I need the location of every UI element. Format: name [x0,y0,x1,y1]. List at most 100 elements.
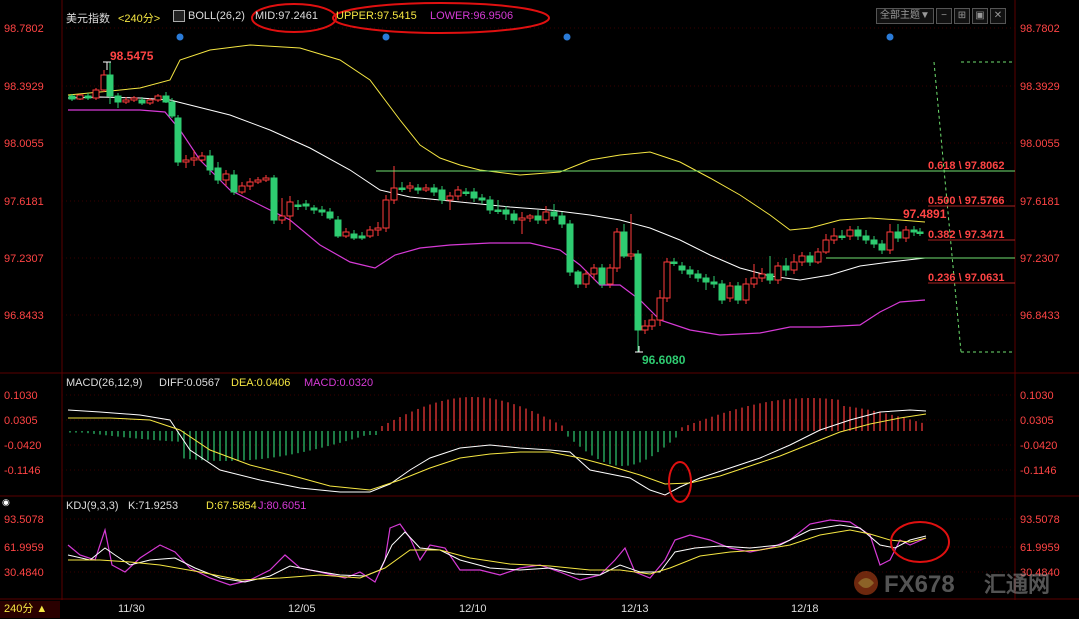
grid-icon[interactable]: ⊞ [954,8,970,24]
price-axis-label: 97.2307 [4,253,44,265]
kdj-marker-icon: ◉ [2,497,10,507]
candle-body [84,95,92,99]
candle-body [414,187,422,191]
candle-body [678,265,686,271]
candle-body [190,157,198,161]
candle-body [374,227,382,231]
candle-body [886,231,894,251]
candle-body [222,173,230,181]
fib-label-0382: 0.382 \ 97.3471 [928,229,1004,241]
price-axis-label: 98.3929 [4,81,44,93]
candle-body [702,277,710,283]
indicator-icon[interactable] [173,10,185,22]
close-icon[interactable]: ✕ [990,8,1006,24]
minimize-icon[interactable]: − [936,8,952,24]
event-dot[interactable] [886,33,894,41]
candle-body [446,195,454,201]
candle-body [310,207,318,211]
candle-body [590,267,598,275]
event-dot[interactable] [176,33,184,41]
boll-label: BOLL(26,2) [188,10,245,22]
candle-body [627,253,635,257]
candle-body [878,243,886,251]
candle-body [648,319,656,327]
theme-dropdown[interactable]: 全部主题▼ [876,8,934,24]
kdj-j-value: J:80.6051 [258,500,307,512]
kdj-axis-label: 93.5078 [4,514,44,526]
candle-body [350,233,358,239]
candle-body [598,267,606,285]
macd-axis-label: 0.0305 [4,415,38,427]
watermark-text: FX678 [884,571,955,598]
event-dot[interactable] [563,33,571,41]
candle-body [278,215,286,221]
candle-body [526,215,534,219]
macd-label: MACD(26,12,9) [66,377,143,389]
candle-body [686,269,694,275]
dollar-index-chart[interactable]: 98.5475 96.6080 97.4891 0.618 \ 97.8062 … [0,0,1079,619]
candle-body [270,177,278,221]
period-switch-button[interactable]: 240分 ▲ [0,601,60,618]
time-axis-label: 12/13 [621,603,649,615]
candle-body [174,117,182,163]
macd-axis-label: 0.1030 [4,390,38,402]
candle-body [534,215,542,221]
candle-body [822,239,830,253]
candle-body [106,74,114,97]
candle-body [620,231,628,257]
macd-dea-value: DEA:0.0406 [231,377,291,389]
candle-body [68,95,76,100]
candle-body [910,229,918,233]
kdj-k-value: K:71.9253 [128,500,179,512]
candle-body [422,187,430,191]
macd-diff-value: DIFF:0.0567 [159,377,221,389]
fib-label-0618: 0.618 \ 97.8062 [928,160,1004,172]
candle-body [758,273,766,279]
restore-icon[interactable]: ▣ [972,8,988,24]
candle-body [454,189,462,197]
macd-macd-value: MACD:0.0320 [304,377,374,389]
candle-body [718,283,726,301]
candle-body [663,261,671,299]
event-dot[interactable] [382,33,390,41]
candle-body [262,177,270,181]
time-axis-label: 12/10 [459,603,487,615]
kdj-axis-right: 93.507861.995930.4840 [1020,514,1060,579]
candle-body [582,273,590,285]
recent-high-annotation: 97.4891 [903,207,947,221]
candle-body [334,219,342,237]
macd-axis-label: 0.0305 [1020,415,1054,427]
candle-body [254,179,262,183]
candle-body [286,201,294,217]
candle-body [846,229,854,237]
time-axis-label: 11/30 [118,603,145,615]
candle-body [550,211,558,217]
candle-body [206,155,214,171]
period-label[interactable]: <240分> [118,10,160,26]
boll-upper-value: UPPER:97.5415 [336,10,417,22]
candle-body [916,231,924,234]
kdj-axis-label: 30.4840 [4,567,44,579]
candle-body [122,99,130,103]
candle-body [100,74,108,91]
kdj-label: KDJ(9,3,3) [66,500,119,512]
candle-body [670,261,678,264]
candle-body [146,99,154,104]
kdj-axis-label: 61.9959 [4,542,44,554]
candle-body [806,255,814,263]
kdj-axis-label: 93.5078 [1020,514,1060,526]
candle-body [838,235,846,238]
candle-body [162,95,170,103]
candle-body [694,273,702,279]
candle-body [902,229,910,239]
candle-body [294,204,302,207]
fib-label-0500: 0.500 \ 97.5766 [928,195,1004,207]
theme-label: 全部主题 [880,10,921,21]
price-axis-label: 98.3929 [1020,81,1060,93]
candle-body [862,235,870,241]
candle-body [114,95,122,103]
macd-axis-label: -0.0420 [1020,440,1057,452]
candle-body [782,265,790,271]
candle-body [382,199,390,229]
candle-body [814,251,822,263]
